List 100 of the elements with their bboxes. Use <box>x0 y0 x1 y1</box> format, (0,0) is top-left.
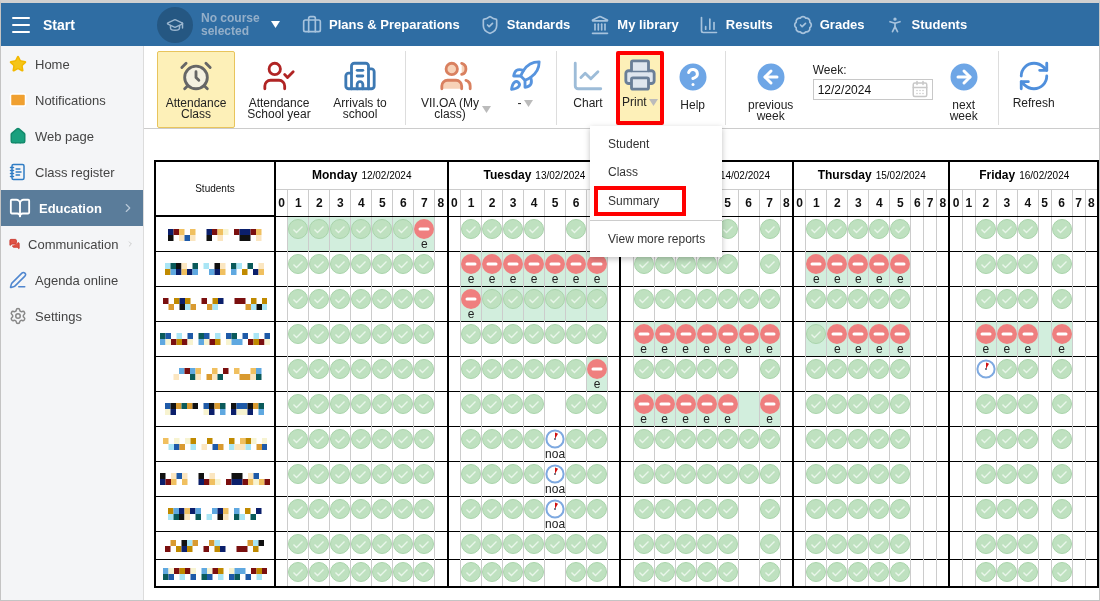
toolbar-button[interactable]: Help <box>668 51 717 125</box>
check-circle-icon <box>414 463 435 484</box>
alarm-clock-icon <box>179 59 213 93</box>
sidebar-item[interactable]: Class register <box>1 154 143 190</box>
building-icon <box>343 59 377 93</box>
check-circle-icon <box>393 323 414 344</box>
toolbar-button[interactable]: Attendance Class <box>157 51 235 128</box>
menu-item[interactable]: Student <box>590 130 722 158</box>
check-circle-icon <box>309 533 330 554</box>
minus-circle-icon <box>675 323 696 344</box>
minus-circle-icon <box>461 288 482 309</box>
check-circle-icon <box>759 428 780 449</box>
check-circle-icon <box>566 428 587 449</box>
check-circle-icon <box>482 218 503 239</box>
pen-icon <box>9 271 27 289</box>
check-circle-icon <box>393 253 414 274</box>
check-circle-icon <box>996 561 1017 582</box>
check-circle-icon <box>461 533 482 554</box>
toolbar-button[interactable]: Refresh <box>1006 51 1061 125</box>
check-circle-icon <box>372 533 393 554</box>
sidebar-item[interactable]: Notifications <box>1 82 143 118</box>
attendance-note: e <box>834 273 841 285</box>
check-circle-icon <box>288 253 309 274</box>
check-circle-icon <box>288 561 309 582</box>
column-header: Students <box>155 161 275 216</box>
check-circle-icon <box>806 323 827 344</box>
check-circle-icon <box>566 358 587 379</box>
toolbar-button[interactable]: Chart <box>565 51 611 125</box>
nav-link[interactable]: Standards <box>479 14 571 35</box>
check-circle-icon <box>288 498 309 519</box>
attendance-note: e <box>724 413 731 425</box>
check-circle-icon <box>566 393 587 414</box>
toolbar-button[interactable]: previous week <box>733 51 808 130</box>
attendance-note: noa <box>545 483 566 495</box>
check-circle-icon <box>288 463 309 484</box>
sidebar-item[interactable]: Education <box>1 190 143 226</box>
check-circle-icon <box>975 393 996 414</box>
check-circle-icon <box>717 561 738 582</box>
attendance-note: e <box>703 413 710 425</box>
period-number: 3 <box>502 189 524 216</box>
bar-chart-icon <box>698 14 719 35</box>
toolbar-button[interactable]: Attendance School year <box>240 51 318 128</box>
sidebar-item[interactable]: Communication <box>1 226 143 262</box>
minus-circle-icon <box>848 323 869 344</box>
sidebar-item[interactable]: Web page <box>1 118 143 154</box>
attendance-note: e <box>876 343 883 355</box>
toolbar-button[interactable]: next week <box>937 51 990 130</box>
nav-link[interactable]: Grades <box>792 14 865 35</box>
check-circle-icon <box>1051 498 1072 519</box>
attendance-note: noa <box>545 518 566 530</box>
check-circle-icon <box>566 463 587 484</box>
check-circle-icon <box>482 323 503 344</box>
nav-link[interactable]: Plans & Preparations <box>302 14 460 35</box>
check-circle-icon <box>587 323 608 344</box>
attendance-note: e <box>551 273 559 285</box>
rocket-icon <box>508 59 542 93</box>
toolbar-button[interactable]: Print <box>616 51 664 125</box>
nav-link[interactable]: Results <box>698 14 773 35</box>
check-circle-icon <box>1017 533 1038 554</box>
check-circle-icon <box>975 463 996 484</box>
check-circle-icon <box>975 533 996 554</box>
check-circle-icon <box>566 498 587 519</box>
check-circle-icon <box>827 561 848 582</box>
sidebar-item[interactable]: Home <box>1 46 143 82</box>
nav-link[interactable]: Students <box>884 14 968 35</box>
check-circle-icon <box>827 463 848 484</box>
check-circle-icon <box>461 323 482 344</box>
check-circle-icon <box>330 253 351 274</box>
check-circle-icon <box>351 288 372 309</box>
nav-link[interactable]: My library <box>590 14 679 35</box>
toolbar-button[interactable]: Arrivals to school <box>323 51 397 128</box>
sidebar-item[interactable]: Agenda online <box>1 262 143 298</box>
check-circle-icon <box>675 498 696 519</box>
check-circle-icon <box>890 498 911 519</box>
menu-item[interactable]: View more reports <box>590 225 722 253</box>
toolbar-button[interactable]: VII.OA (My class) <box>414 51 497 128</box>
minus-circle-icon <box>633 323 654 344</box>
check-circle-icon <box>1051 561 1072 582</box>
check-circle-icon <box>696 533 717 554</box>
check-circle-icon <box>503 288 524 309</box>
period-number: 1 <box>460 189 482 216</box>
check-circle-icon <box>1051 253 1072 274</box>
attendance-note: e <box>834 343 841 355</box>
check-circle-icon <box>806 533 827 554</box>
check-circle-icon <box>414 288 435 309</box>
period-number: 1 <box>962 189 976 216</box>
check-circle-icon <box>738 288 759 309</box>
toolbar-button[interactable]: - <box>502 51 548 125</box>
date-field[interactable]: 12/2/2024 <box>812 79 933 100</box>
check-circle-icon <box>503 323 524 344</box>
check-circle-icon <box>503 393 524 414</box>
check-circle-icon <box>890 218 911 239</box>
check-circle-icon <box>309 393 330 414</box>
clock-icon <box>545 463 566 484</box>
menu-item[interactable]: Summary <box>594 186 686 216</box>
check-circle-icon <box>869 393 890 414</box>
check-circle-icon <box>482 393 503 414</box>
check-circle-icon <box>827 358 848 379</box>
check-circle-icon <box>848 428 869 449</box>
sidebar-item[interactable]: Settings <box>1 298 143 334</box>
